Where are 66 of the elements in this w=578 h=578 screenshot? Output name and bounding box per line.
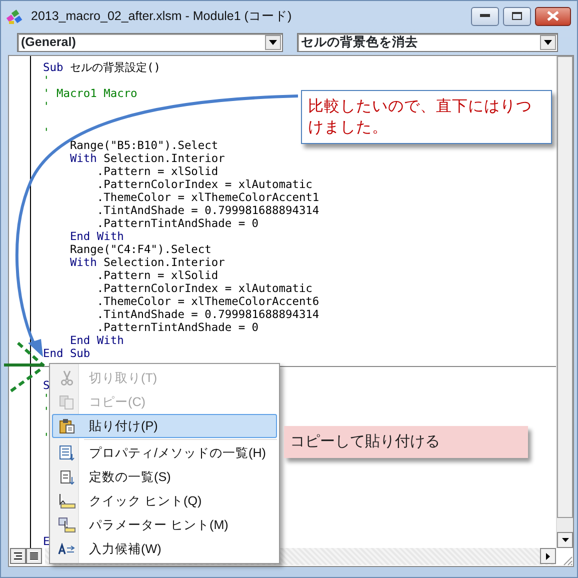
list-icon xyxy=(59,445,75,461)
code-line: ' xyxy=(43,431,50,444)
scissors-icon xyxy=(60,370,74,386)
module-view-button[interactable] xyxy=(26,548,42,564)
callout: コピーして貼り付ける xyxy=(284,426,528,458)
code-line: .Pattern = xlSolid xyxy=(96,165,218,178)
code-line: Range("C4:F4").Select xyxy=(68,243,212,256)
window-title: 2013_macro_02_after.xlsm - Module1 (コード) xyxy=(31,8,292,25)
code-line: ' xyxy=(43,392,50,405)
menu-item[interactable]: 定数の一覧(S) xyxy=(52,465,277,489)
list-icon xyxy=(60,470,74,484)
code-line: End Sub xyxy=(43,347,90,360)
code-line: .TintAndShade = 0.799981688894314 xyxy=(96,204,320,217)
lines-icon xyxy=(29,552,39,560)
copy-icon xyxy=(59,394,75,410)
code-line: .PatternTintAndShade = 0 xyxy=(96,321,259,334)
close-button[interactable] xyxy=(535,6,571,26)
code-line: .Pattern = xlSolid xyxy=(96,269,218,282)
dropdown-arrow-icon xyxy=(544,40,552,45)
code-line: .ThemeColor = xlThemeColorAccent1 xyxy=(96,191,320,204)
menu-item[interactable]: プロパティ/メソッドの一覧(H) xyxy=(52,441,277,465)
code-line: ' xyxy=(43,100,50,113)
app-icon xyxy=(6,8,23,24)
code-line: ' xyxy=(43,126,50,139)
code-line: With Selection.Interior xyxy=(68,152,225,165)
right-arrow-icon xyxy=(546,552,550,560)
menu-item[interactable]: 入力候補(W) xyxy=(52,537,277,561)
code-line: E xyxy=(43,535,50,548)
code-line: End With xyxy=(68,334,124,347)
dropdown-arrow-icon xyxy=(269,40,277,45)
minimize-icon xyxy=(480,14,490,18)
code-line: .TintAndShade = 0.799981688894314 xyxy=(96,308,320,321)
code-line: ' xyxy=(43,74,50,87)
procedure-view-button[interactable] xyxy=(10,548,26,564)
resize-grip-icon[interactable] xyxy=(561,554,573,566)
menu-item[interactable]: 貼り付け(P) xyxy=(52,414,277,438)
code-line: S xyxy=(43,379,50,392)
code-line: ' xyxy=(43,405,50,418)
maximize-icon xyxy=(512,12,522,20)
maximize-button[interactable] xyxy=(503,6,531,26)
scroll-right-button[interactable] xyxy=(540,548,556,564)
procedure-dropdown[interactable]: (General) xyxy=(17,33,283,52)
code-line: .ThemeColor = xlThemeColorAccent6 xyxy=(96,295,320,308)
menu-item[interactable]: クイック ヒント(Q) xyxy=(52,489,277,513)
scroll-down-button[interactable] xyxy=(557,532,573,548)
procedure-dropdown[interactable]: セルの背景色を消去 xyxy=(297,33,558,52)
callout: 比較したいので、直下にはりつけました。 xyxy=(301,90,552,144)
code-line: .PatternColorIndex = xlAutomatic xyxy=(96,178,312,191)
crosshair-marker-drawing xyxy=(4,342,45,392)
minimize-button[interactable] xyxy=(471,6,499,26)
code-line: .PatternColorIndex = xlAutomatic xyxy=(96,282,312,295)
pointer-icon xyxy=(58,493,76,509)
code-line: .PatternTintAndShade = 0 xyxy=(96,217,259,230)
code-line: Range("B5:B10").Select xyxy=(68,139,218,152)
lines-icon xyxy=(13,552,23,560)
menu-item[interactable]: パラメーター ヒント(M) xyxy=(52,513,277,537)
code-line: ' Macro1 Macro xyxy=(43,87,138,100)
code-line: Sub セルの背景設定() xyxy=(43,61,160,74)
code-line: With Selection.Interior xyxy=(68,256,225,269)
code-line: End With xyxy=(68,230,124,243)
clipboard-icon xyxy=(59,418,75,434)
close-icon xyxy=(547,11,559,21)
down-arrow-icon xyxy=(562,538,568,542)
autocomplete-icon xyxy=(58,543,76,555)
scroll-thumb[interactable] xyxy=(557,56,573,518)
pointer-icon xyxy=(58,517,76,533)
